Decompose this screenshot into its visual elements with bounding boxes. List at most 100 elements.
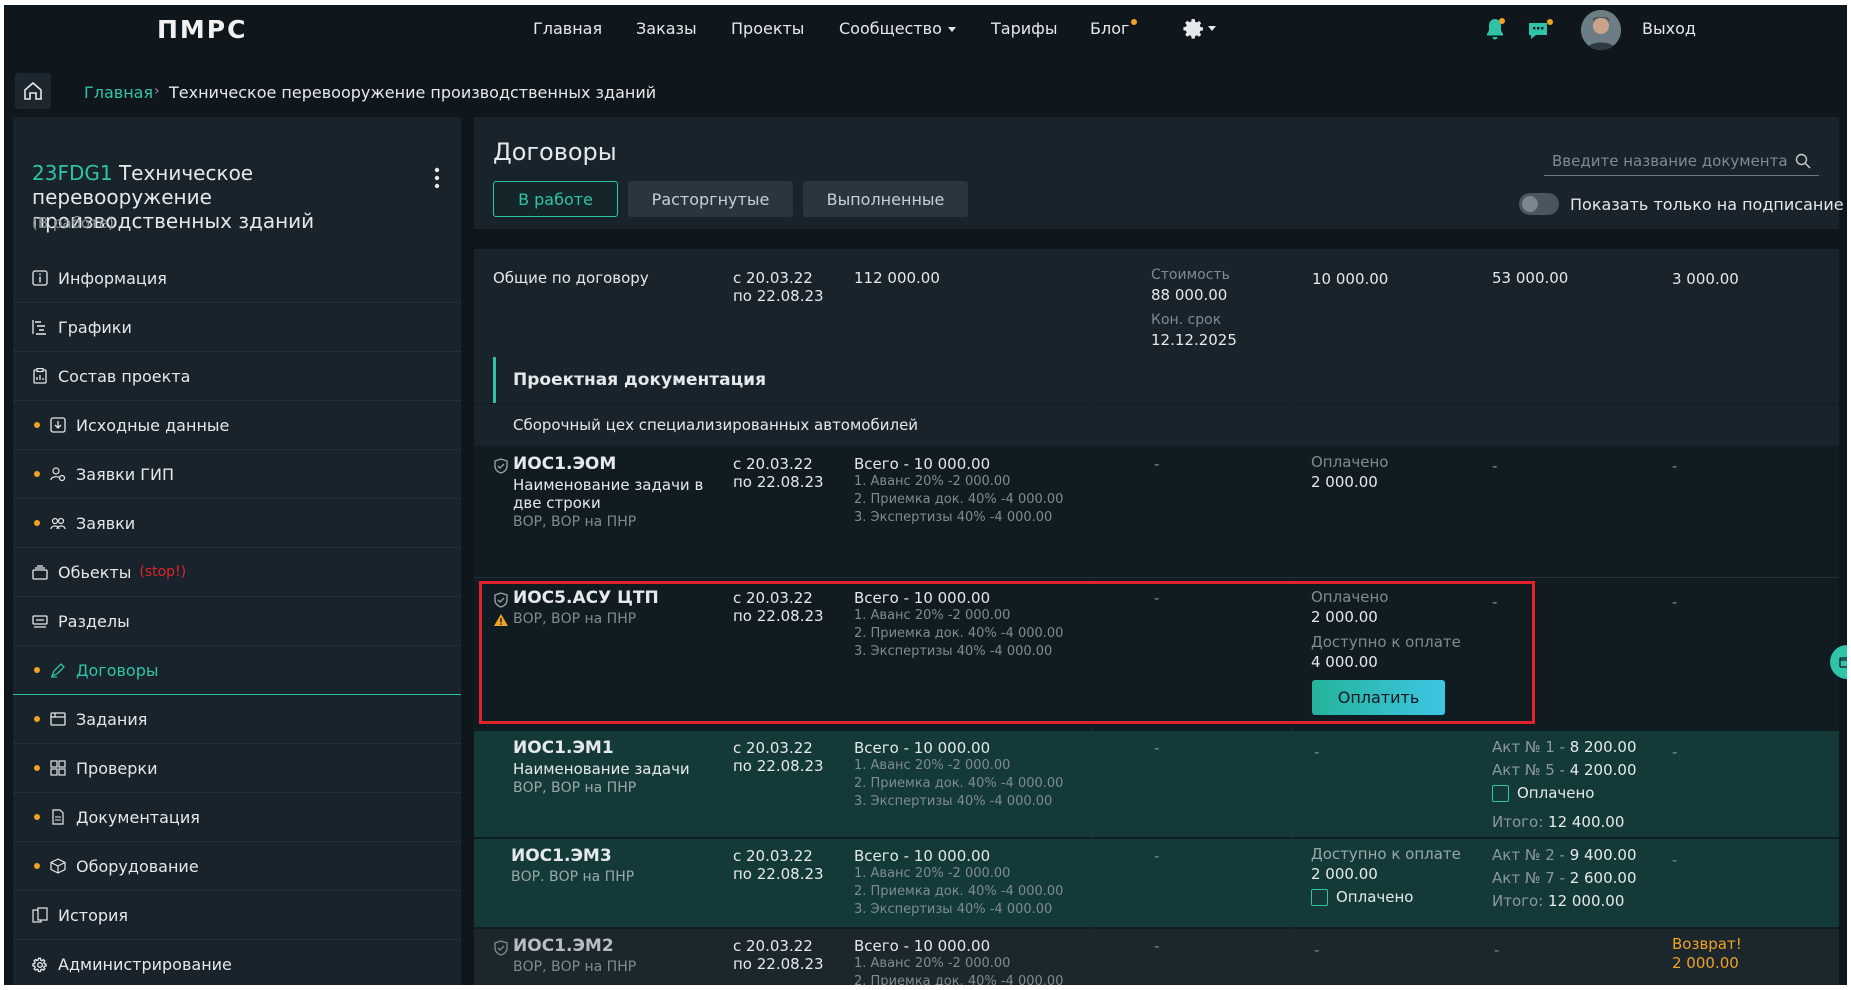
tasks-icon: [50, 711, 66, 727]
tab-terminated[interactable]: Расторгнутые: [628, 181, 793, 217]
kebab-menu-button[interactable]: [434, 167, 440, 189]
row-date-to: по 22.08.23: [733, 757, 824, 775]
sidebar-item-equipment[interactable]: Оборудование: [13, 842, 461, 891]
notifications-button[interactable]: [1484, 17, 1508, 43]
sidebar-item-label: Состав проекта: [58, 366, 191, 386]
act-value: 9 400.00: [1569, 846, 1637, 864]
signing-only-toggle[interactable]: [1519, 193, 1559, 215]
sidebar-item-label: Графики: [58, 317, 132, 337]
status-dot: [34, 765, 40, 771]
nav-community[interactable]: Сообщество: [839, 19, 956, 38]
row-name: Наименование задачи в: [513, 476, 704, 494]
home-button[interactable]: [15, 73, 51, 109]
row-date-from: с 20.03.22: [733, 847, 813, 865]
row-stage: 3. Экспертизы 40% -4 000.00: [854, 510, 1053, 525]
notification-dot: [1131, 19, 1138, 25]
cost-value: 88 000.00: [1151, 286, 1228, 304]
sidebar-item-info[interactable]: Информация: [13, 254, 461, 303]
nav-blog[interactable]: Блог: [1090, 19, 1138, 38]
clipboard-icon: [32, 368, 48, 384]
paid-checkbox-label: Оплачено: [1517, 784, 1595, 802]
row-stage: 1. Аванс 20% -2 000.00: [854, 866, 1011, 881]
sidebar-item-label: Договоры: [76, 660, 159, 680]
row-code[interactable]: ИОС1.ЭМ2: [513, 937, 614, 955]
search-input[interactable]: Введите название документа: [1544, 146, 1819, 176]
sidebar-item-label: Заявки ГИП: [76, 464, 175, 484]
gear-icon: [1183, 19, 1203, 39]
row-col6: -: [1492, 457, 1498, 475]
row-col7: -: [1672, 593, 1678, 611]
history-icon: [32, 907, 48, 923]
breadcrumb-home[interactable]: Главная: [84, 83, 153, 102]
bell-icon: [1487, 18, 1505, 40]
pen-icon: [50, 662, 66, 678]
sidebar-item-charts[interactable]: Графики: [13, 303, 461, 352]
act-label: Акт № 1 -: [1492, 738, 1565, 756]
row-col5: -: [1314, 941, 1320, 959]
sidebar-item-label: Документация: [76, 807, 200, 827]
row-col4: -: [1154, 455, 1160, 473]
sidebar-item-documentation[interactable]: Документация: [13, 793, 461, 842]
layers-icon: [32, 564, 48, 580]
status-dot: [34, 716, 40, 722]
row-sub: ВОР, ВОР на ПНР: [513, 514, 637, 530]
row-date-to: по 22.08.23: [733, 955, 824, 973]
deadline-label: Кон. срок: [1151, 312, 1222, 328]
sidebar-item-checks[interactable]: Проверки: [13, 744, 461, 793]
row-stage: 2. Приемка док. 40% -4 000.00: [854, 884, 1064, 899]
user-gear-icon: [50, 466, 66, 482]
nav-blog-label: Блог: [1090, 19, 1130, 38]
sidebar-item-source-data[interactable]: Исходные данные: [13, 401, 461, 450]
summary-date-from: с 20.03.22: [733, 269, 813, 287]
row-code[interactable]: ИОС1.ЭМ1: [513, 739, 614, 757]
status-dot: [34, 863, 40, 869]
messages-button[interactable]: [1526, 18, 1554, 44]
row-stage: 2. Приемка док. 40% -4 000.00: [854, 974, 1064, 985]
sidebar-item-composition[interactable]: Состав проекта: [13, 352, 461, 401]
row-stage: 1. Аванс 20% -2 000.00: [854, 474, 1011, 489]
tab-completed[interactable]: Выполненные: [803, 181, 968, 217]
row-stage: 3. Экспертизы 40% -4 000.00: [854, 902, 1053, 917]
total-label: Итого:: [1492, 813, 1544, 831]
paid-checkbox[interactable]: Оплачено: [1311, 888, 1413, 906]
act-value: 8 200.00: [1569, 738, 1637, 756]
row-col4: -: [1154, 739, 1160, 757]
avatar[interactable]: [1581, 10, 1621, 50]
document-icon: [50, 809, 66, 825]
sidebar-item-objects[interactable]: Обьекты (stop!): [13, 548, 461, 597]
sidebar-item-sections[interactable]: Разделы: [13, 597, 461, 646]
paid-checkbox[interactable]: Оплачено: [1492, 784, 1594, 802]
row-code[interactable]: ИОС1.ЭМ3: [511, 847, 612, 865]
sidebar-item-tasks[interactable]: Задания: [13, 695, 461, 744]
paid-label: Оплачено: [1311, 453, 1389, 471]
sidebar-item-requests[interactable]: Заявки: [13, 499, 461, 548]
nav-tariffs[interactable]: Тарифы: [991, 19, 1057, 38]
nav-orders[interactable]: Заказы: [636, 19, 697, 38]
summary-amount: 112 000.00: [854, 269, 940, 287]
row-total: Всего - 10 000.00: [854, 847, 991, 865]
contracts-table: Общие по договору с 20.03.22 по 22.08.23…: [474, 249, 1839, 985]
row-code[interactable]: ИОС1.ЭОМ: [513, 455, 616, 473]
act-label: Акт № 7 -: [1492, 869, 1565, 887]
users-icon: [50, 515, 66, 531]
shield-icon: [494, 458, 508, 474]
logout-link[interactable]: Выход: [1642, 19, 1696, 38]
search-placeholder: Введите название документа: [1552, 151, 1788, 170]
sidebar-item-contracts[interactable]: Договоры: [13, 646, 461, 695]
row-total: Всего - 10 000.00: [854, 937, 991, 955]
sidebar-item-label: Обьекты: [58, 562, 132, 582]
box-icon: [50, 858, 66, 874]
project-code: 23FDG1: [32, 161, 113, 185]
logo[interactable]: ПМРС: [157, 15, 247, 44]
sidebar-item-gip-requests[interactable]: Заявки ГИП: [13, 450, 461, 499]
sidebar-item-admin[interactable]: Администрирование: [13, 940, 461, 985]
nav-home[interactable]: Главная: [533, 19, 602, 38]
sidebar-item-history[interactable]: История: [13, 891, 461, 940]
nav-projects[interactable]: Проекты: [731, 19, 804, 38]
row-date-from: с 20.03.22: [733, 739, 813, 757]
settings-menu[interactable]: [1180, 18, 1220, 40]
row-sub: ВОР, ВОР на ПНР: [513, 780, 637, 796]
tab-in-progress[interactable]: В работе: [493, 181, 618, 217]
user-avatar-icon: [1581, 10, 1621, 50]
row-date-from: с 20.03.22: [733, 455, 813, 473]
